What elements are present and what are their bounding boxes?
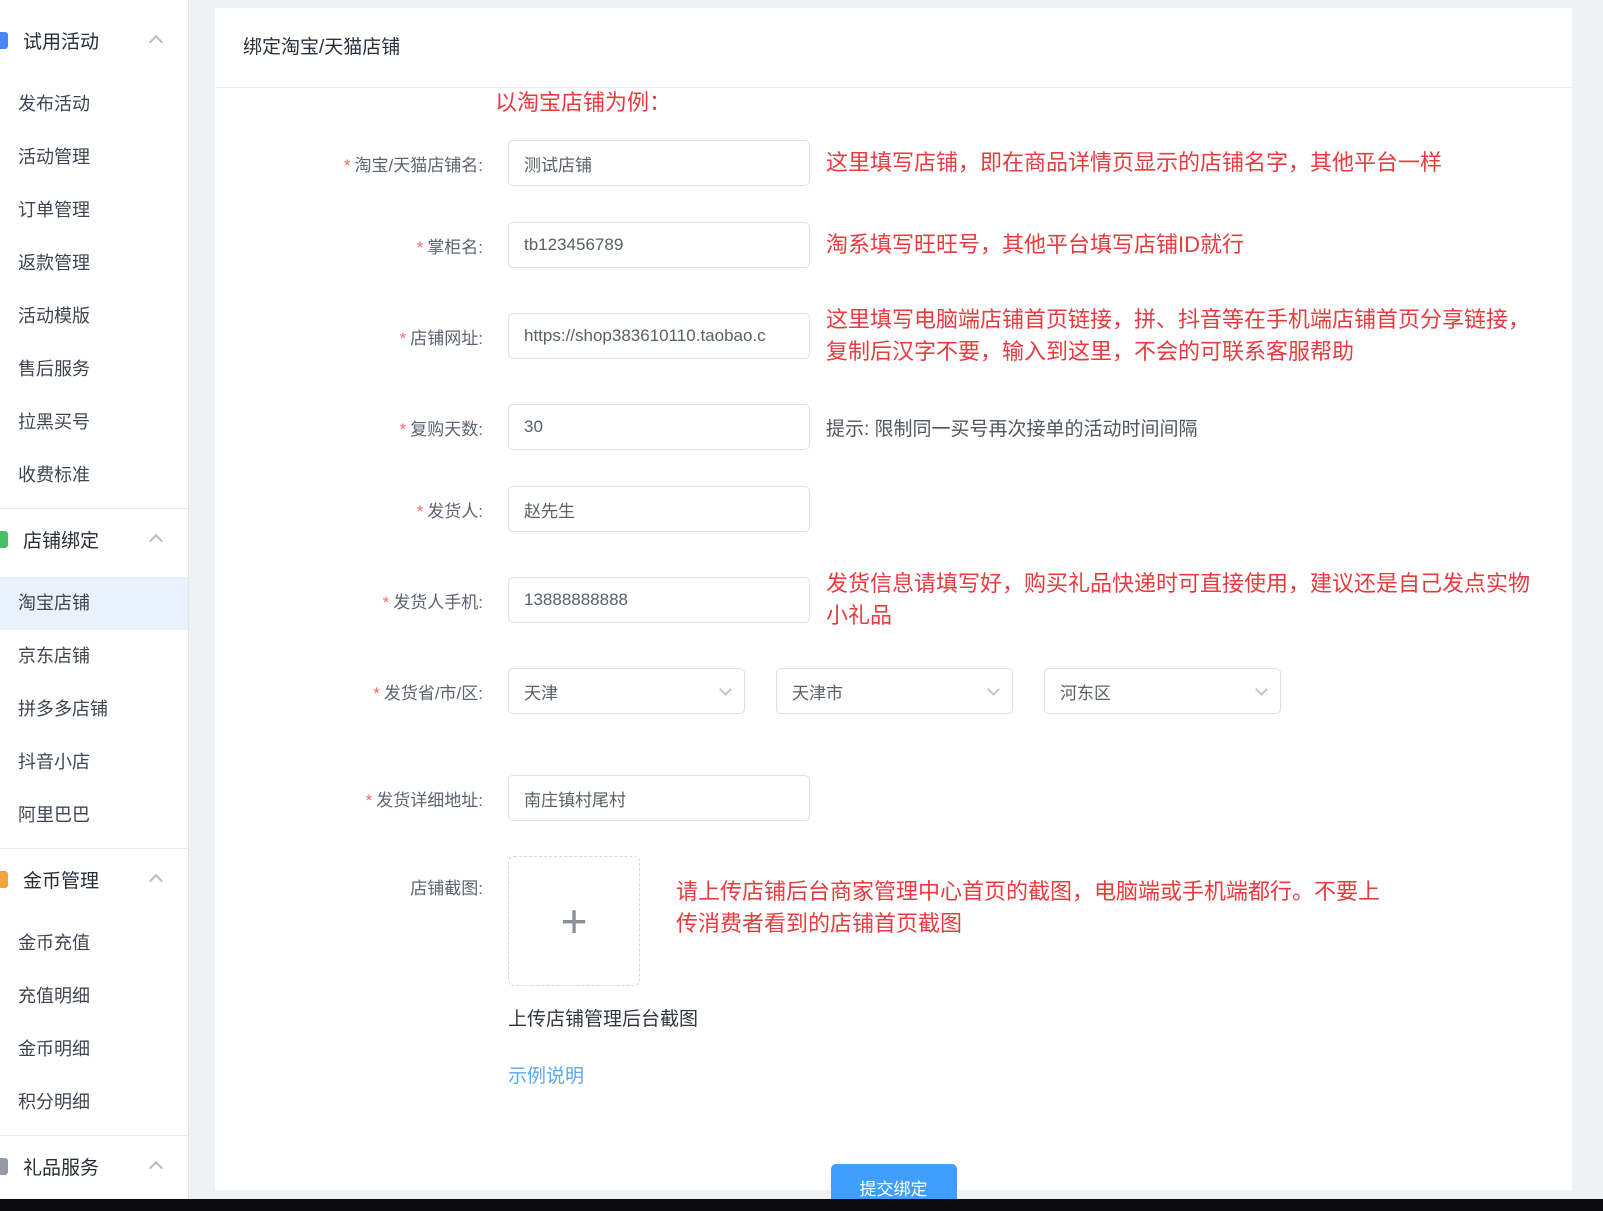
district-select[interactable]: 河东区: [1044, 668, 1281, 714]
main-panel: 绑定淘宝/天猫店铺 以淘宝店铺为例： *淘宝/天猫店铺名: 这里填写店铺，即在商…: [215, 8, 1572, 1190]
field-label: *掌柜名:: [215, 233, 508, 258]
sidebar-section-header[interactable]: 礼品服务: [0, 1138, 188, 1194]
form-row-shop-name: *淘宝/天猫店铺名: 这里填写店铺，即在商品详情页显示的店铺名字，其他平台一样: [215, 140, 1572, 186]
form-row-address: *发货详细地址:: [215, 775, 1572, 821]
form-row-sender-phone: *发货人手机: 发货信息请填写好，购买礼品快递时可直接使用，建议还是自己发点实物…: [215, 568, 1572, 632]
bottom-black-bar: [0, 1199, 1603, 1211]
upload-caption: 上传店铺管理后台截图: [508, 1004, 1572, 1031]
form-row-shop-url: *店铺网址: 这里填写电脑端店铺首页链接，拼、抖音等在手机端店铺首页分享链接，复…: [215, 304, 1572, 368]
form-row-sender: *发货人:: [215, 486, 1572, 532]
field-label: *复购天数:: [215, 415, 508, 440]
sidebar-item[interactable]: 淘宝店铺: [0, 577, 188, 630]
field-label: 店铺截图:: [215, 856, 508, 899]
shop-name-input[interactable]: [508, 140, 810, 186]
sidebar-section: 礼品服务: [0, 1136, 188, 1199]
province-select-value: 天津: [524, 679, 558, 704]
sidebar-item[interactable]: 活动模版: [0, 290, 188, 343]
plus-icon: +: [561, 898, 588, 944]
sidebar-section-label: 礼品服务: [23, 1153, 99, 1180]
sidebar-item[interactable]: 订单管理: [0, 184, 188, 237]
annotation-note: 这里填写店铺，即在商品详情页显示的店铺名字，其他平台一样: [826, 147, 1442, 179]
chevron-down-icon: [719, 683, 732, 696]
required-asterisk: *: [417, 238, 424, 257]
sender-phone-input[interactable]: [508, 577, 810, 623]
city-select-value: 天津市: [792, 679, 843, 704]
annotation-note: 发货信息请填写好，购买礼品快递时可直接使用，建议还是自己发点实物小礼品: [826, 568, 1538, 632]
field-label: *发货人:: [215, 497, 508, 522]
address-input[interactable]: [508, 775, 810, 821]
annotation-note: 淘系填写旺旺号，其他平台填写店铺ID就行: [826, 229, 1244, 261]
required-asterisk: *: [383, 593, 390, 612]
field-label: *淘宝/天猫店铺名:: [215, 151, 508, 176]
sidebar-section: 金币管理金币充值充值明细金币明细积分明细: [0, 849, 188, 1136]
shop-bind-form: 以淘宝店铺为例： *淘宝/天猫店铺名: 这里填写店铺，即在商品详情页显示的店铺名…: [215, 88, 1572, 1210]
sidebar-item[interactable]: 京东店铺: [0, 630, 188, 683]
trial-activity-icon: [0, 32, 8, 49]
sidebar-item[interactable]: 拼多多店铺: [0, 683, 188, 736]
form-row-region: *发货省/市/区: 天津 天津市 河东区: [215, 668, 1572, 714]
sidebar-item[interactable]: 收费标准: [0, 449, 188, 502]
coin-icon: [0, 871, 8, 888]
required-asterisk: *: [344, 156, 351, 175]
field-label: *店铺网址:: [215, 324, 508, 349]
screenshot-upload[interactable]: +: [508, 856, 640, 986]
sidebar: 试用活动发布活动活动管理订单管理返款管理活动模版售后服务拉黑买号收费标准店铺绑定…: [0, 0, 189, 1199]
field-label: *发货详细地址:: [215, 786, 508, 811]
sidebar-item[interactable]: 积分明细: [0, 1076, 188, 1129]
field-label: *发货人手机:: [215, 588, 508, 613]
sidebar-item[interactable]: 售后服务: [0, 343, 188, 396]
hint-note: 提示: 限制同一买号再次接单的活动时间间隔: [826, 414, 1198, 441]
chevron-down-icon: [1255, 683, 1268, 696]
annotation-note: 这里填写电脑端店铺首页链接，拼、抖音等在手机端店铺首页分享链接，复制后汉字不要，…: [826, 304, 1538, 368]
sidebar-section: 店铺绑定淘宝店铺京东店铺拼多多店铺抖音小店阿里巴巴: [0, 509, 188, 849]
required-asterisk: *: [400, 329, 407, 348]
form-row-screenshot: 店铺截图: + 请上传店铺后台商家管理中心首页的截图，电脑端或手机端都行。不要上…: [215, 856, 1572, 986]
intro-annotation: 以淘宝店铺为例：: [495, 92, 1572, 114]
city-select[interactable]: 天津市: [776, 668, 1013, 714]
repurchase-days-input[interactable]: [508, 404, 810, 450]
sidebar-section-header[interactable]: 试用活动: [0, 12, 188, 68]
chevron-up-icon: [149, 1161, 163, 1175]
sidebar-item[interactable]: 抖音小店: [0, 736, 188, 789]
form-row-shopkeeper: *掌柜名: 淘系填写旺旺号，其他平台填写店铺ID就行: [215, 222, 1572, 268]
province-select[interactable]: 天津: [508, 668, 745, 714]
sidebar-item[interactable]: 充值明细: [0, 970, 188, 1023]
sidebar-section-header[interactable]: 金币管理: [0, 851, 188, 907]
shop-url-input[interactable]: [508, 313, 810, 359]
gift-icon: [0, 1158, 8, 1175]
sidebar-section-label: 试用活动: [23, 27, 99, 54]
sidebar-item[interactable]: 阿里巴巴: [0, 789, 188, 842]
required-asterisk: *: [417, 502, 424, 521]
sidebar-section-label: 金币管理: [23, 866, 99, 893]
sidebar-item[interactable]: 返款管理: [0, 237, 188, 290]
chevron-up-icon: [149, 35, 163, 49]
required-asterisk: *: [373, 684, 380, 703]
sidebar-item[interactable]: 金币明细: [0, 1023, 188, 1076]
chevron-up-icon: [149, 534, 163, 548]
sidebar-section: 试用活动发布活动活动管理订单管理返款管理活动模版售后服务拉黑买号收费标准: [0, 0, 188, 509]
sidebar-item[interactable]: 活动管理: [0, 131, 188, 184]
page-title: 绑定淘宝/天猫店铺: [215, 8, 1572, 88]
district-select-value: 河东区: [1060, 679, 1111, 704]
chevron-down-icon: [987, 683, 1000, 696]
example-link[interactable]: 示例说明: [508, 1061, 584, 1088]
sidebar-section-label: 店铺绑定: [23, 526, 99, 553]
annotation-note: 请上传店铺后台商家管理中心首页的截图，电脑端或手机端都行。不要上传消费者看到的店…: [676, 876, 1388, 940]
sidebar-item[interactable]: 金币充值: [0, 917, 188, 970]
sidebar-item[interactable]: 发布活动: [0, 78, 188, 131]
form-row-repurchase-days: *复购天数: 提示: 限制同一买号再次接单的活动时间间隔: [215, 404, 1572, 450]
field-label: *发货省/市/区:: [215, 679, 508, 704]
sidebar-section-header[interactable]: 店铺绑定: [0, 511, 188, 567]
sender-name-input[interactable]: [508, 486, 810, 532]
required-asterisk: *: [400, 420, 407, 439]
shop-bind-icon: [0, 531, 8, 548]
chevron-up-icon: [149, 874, 163, 888]
shopkeeper-name-input[interactable]: [508, 222, 810, 268]
sidebar-item[interactable]: 拉黑买号: [0, 396, 188, 449]
required-asterisk: *: [366, 791, 373, 810]
